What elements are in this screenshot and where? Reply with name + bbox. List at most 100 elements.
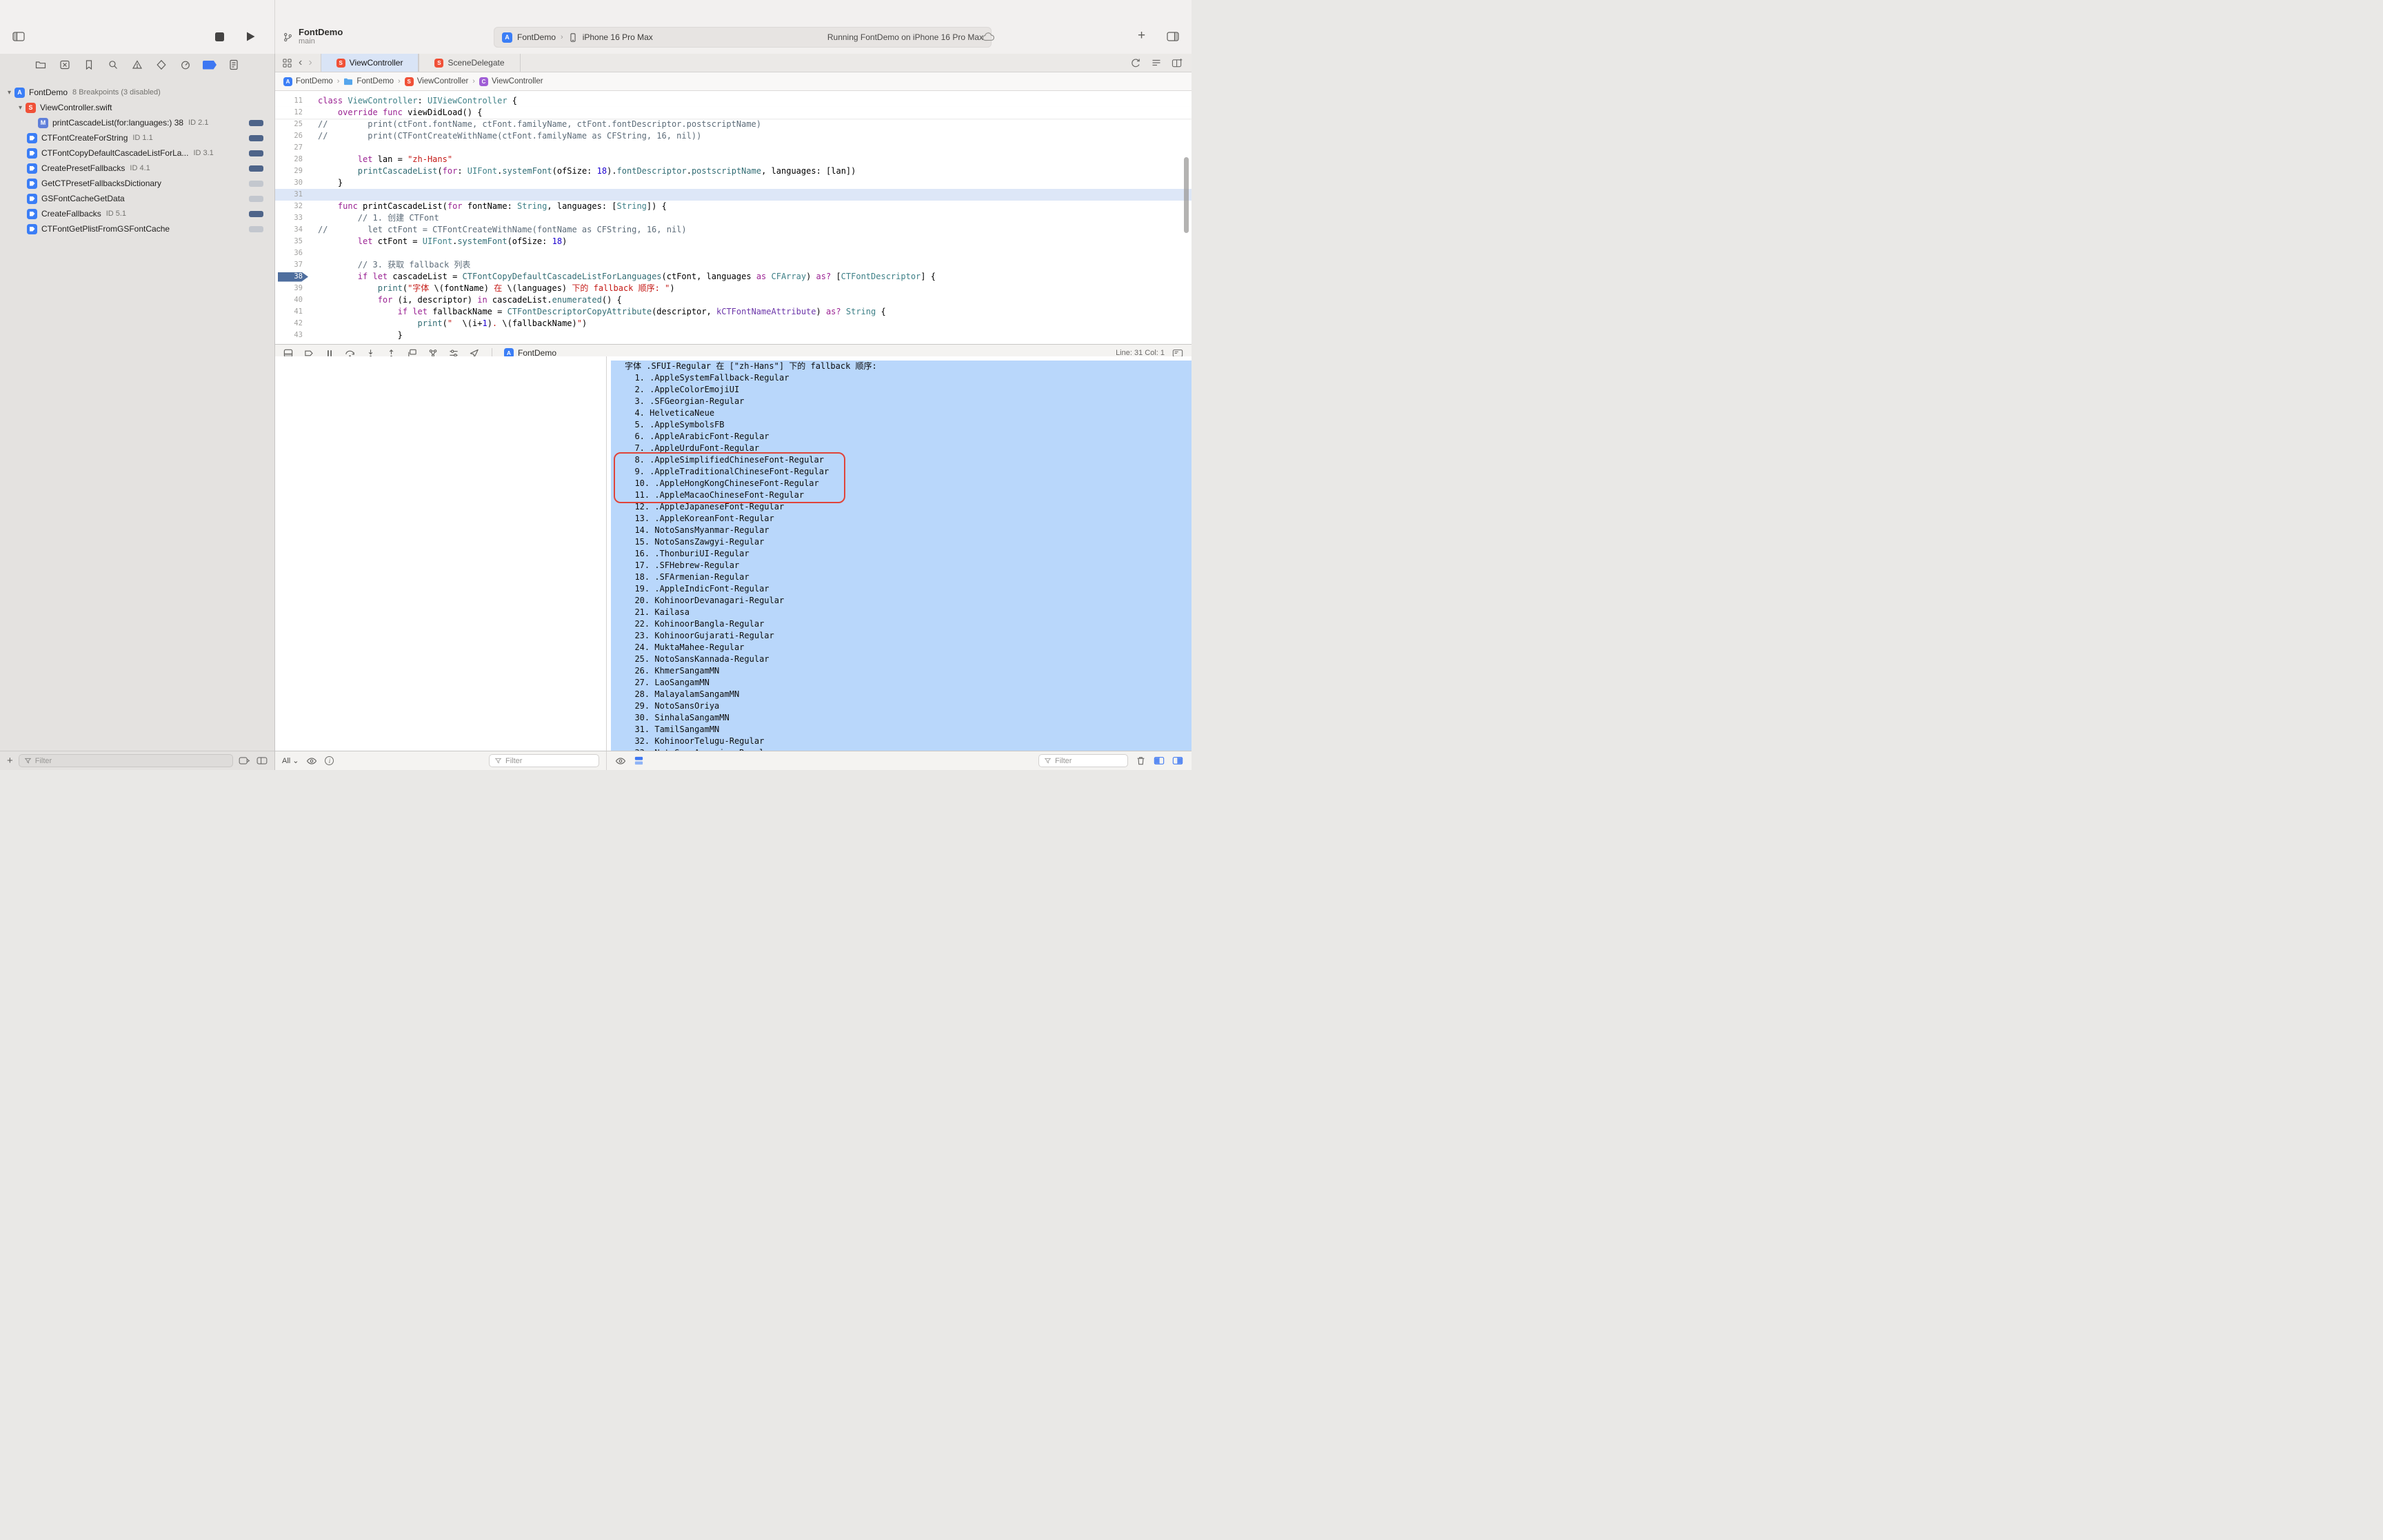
related-items-icon[interactable] [282,58,292,68]
editor-scrollbar[interactable] [1184,157,1189,233]
console-line[interactable]: 24. MuktaMahee-Regular [611,642,1192,654]
info-icon[interactable]: i [325,756,334,765]
code-line[interactable]: 11class ViewController: UIViewController… [275,95,1192,107]
breakpoint-row[interactable]: CTFontCopyDefaultCascadeListForLa...ID 3… [0,145,274,161]
go-forward-button[interactable]: › [308,57,312,68]
console-line[interactable]: 4. HelveticaNeue [611,407,1192,419]
adjust-editor-options-icon[interactable] [1151,57,1162,68]
breakpoint-toggle-pill[interactable] [249,226,263,232]
code-line[interactable]: 28 let lan = "zh-Hans" [275,154,1192,165]
line-number[interactable]: 34 [275,224,312,236]
line-number[interactable]: 33 [275,212,312,224]
console-line[interactable]: 14. NotoSansMyanmar-Regular [611,525,1192,536]
add-breakpoint-button[interactable]: + [7,756,13,766]
bookmarks-navigator-icon[interactable] [82,59,96,71]
breakpoint-row[interactable]: MprintCascadeList(for:languages:) 38ID 2… [0,115,274,130]
tests-navigator-icon[interactable] [154,59,168,71]
go-back-button[interactable]: ‹ [299,57,302,68]
console-line[interactable]: 19. .AppleIndicFont-Regular [611,583,1192,595]
breakpoint-toggle-pill[interactable] [249,120,263,126]
line-number[interactable]: 36 [275,247,312,259]
console-line[interactable]: 27. LaoSangamMN [611,677,1192,689]
line-number[interactable]: 38 [275,271,312,283]
variables-view[interactable] [275,356,606,751]
show-modified-breakpoints-icon[interactable] [256,757,268,764]
console-line[interactable]: 22. KohinoorBangla-Regular [611,618,1192,630]
disclosure-chevron-icon[interactable]: ▾ [15,104,26,112]
show-console-pane-icon[interactable] [1172,756,1183,765]
breakpoints-navigator-icon[interactable] [203,59,217,71]
console-view[interactable]: 字体 .SFUI-Regular 在 ["zh-Hans"] 下的 fallba… [606,356,1192,751]
breakpoint-toggle-pill[interactable] [249,181,263,187]
breakpoint-toggle-pill[interactable] [249,135,263,141]
code-review-icon[interactable] [1130,57,1141,68]
line-number[interactable]: 32 [275,201,312,212]
breadcrumb-item[interactable]: SViewController [405,77,469,86]
activity-view[interactable]: A FontDemo › iPhone 16 Pro Max Running F… [494,27,992,48]
breakpoint-row[interactable]: GetCTPresetFallbacksDictionary [0,176,274,191]
console-line[interactable]: 31. TamilSangamMN [611,724,1192,736]
console-mode-icon[interactable] [634,756,644,766]
console-line[interactable]: 16. .ThonburiUI-Regular [611,548,1192,560]
project-navigator-icon[interactable] [34,59,48,71]
code-line[interactable]: 35 let ctFont = UIFont.systemFont(ofSize… [275,236,1192,247]
breakpoint-indicator[interactable] [278,272,308,282]
line-number[interactable]: 37 [275,259,312,271]
line-number[interactable]: 28 [275,154,312,165]
console-line[interactable]: 2. .AppleColorEmojiUI [611,384,1192,396]
code-line[interactable]: 34// let ctFont = CTFontCreateWithName(f… [275,224,1192,236]
code-line[interactable]: 40 for (i, descriptor) in cascadeList.en… [275,294,1192,306]
console-line[interactable]: 26. KhmerSangamMN [611,665,1192,677]
line-number[interactable]: 42 [275,318,312,330]
line-number[interactable]: 30 [275,177,312,189]
console-line[interactable]: 1. .AppleSystemFallback-Regular [611,372,1192,384]
line-number[interactable]: 25 [275,119,312,130]
console-line[interactable]: 21. Kailasa [611,607,1192,618]
console-line[interactable]: 28. MalayalamSangamMN [611,689,1192,700]
disclosure-chevron-icon[interactable]: ▾ [4,89,14,97]
toggle-navigator-icon[interactable] [12,32,25,41]
breakpoint-row[interactable]: CTFontCreateForStringID 1.1 [0,130,274,145]
reports-navigator-icon[interactable] [227,59,241,71]
console-line[interactable]: 8. .AppleSimplifiedChineseFont-Regular [611,454,1192,466]
code-line[interactable]: 33 // 1. 创建 CTFont [275,212,1192,224]
clear-console-trash-icon[interactable] [1136,756,1146,766]
quicklook-eye-icon[interactable] [615,757,626,765]
find-navigator-icon[interactable] [106,59,120,71]
run-button[interactable] [245,31,256,42]
breakpoint-row[interactable]: GSFontCacheGetData [0,191,274,206]
breakpoint-filter-input[interactable]: Filter [19,754,233,767]
breakpoint-row[interactable]: CreatePresetFallbacksID 4.1 [0,161,274,176]
console-line[interactable]: 32. KohinoorTelugu-Regular [611,736,1192,747]
debug-navigator-icon[interactable] [179,59,192,71]
line-number[interactable]: 11 [275,95,312,107]
console-line[interactable]: 5. .AppleSymbolsFB [611,419,1192,431]
quicklook-eye-icon[interactable] [306,757,317,765]
console-line[interactable]: 字体 .SFUI-Regular 在 ["zh-Hans"] 下的 fallba… [611,361,1192,372]
line-number[interactable]: 29 [275,165,312,177]
code-line[interactable]: 39 print("字体 \(fontName) 在 \(languages) … [275,283,1192,294]
code-line[interactable]: 37 // 3. 获取 fallback 列表 [275,259,1192,271]
breakpoint-toggle-pill[interactable] [249,165,263,172]
code-line[interactable]: 27 [275,142,1192,154]
source-editor[interactable]: 11class ViewController: UIViewController… [275,91,1192,344]
console-line[interactable]: 25. NotoSansKannada-Regular [611,654,1192,665]
console-line[interactable]: 3. .SFGeorgian-Regular [611,396,1192,407]
code-line[interactable]: 30 } [275,177,1192,189]
line-number[interactable]: 12 [275,107,312,119]
variables-scope-dropdown[interactable]: All ⌄ [282,756,299,765]
code-line[interactable]: 29 printCascadeList(for: UIFont.systemFo… [275,165,1192,177]
code-line[interactable]: 25// print(ctFont.fontName, ctFont.famil… [275,119,1192,130]
console-line[interactable]: 15. NotoSansZawgyi-Regular [611,536,1192,548]
inspector-toggle-icon[interactable] [1167,32,1179,41]
line-number[interactable]: 43 [275,330,312,341]
console-line[interactable]: 13. .AppleKoreanFont-Regular [611,513,1192,525]
console-line[interactable]: 18. .SFArmenian-Regular [611,571,1192,583]
tab-scenedelegate[interactable]: SSceneDelegate [419,54,520,72]
project-row[interactable]: ▾AFontDemo8 Breakpoints (3 disabled) [0,85,274,100]
line-number[interactable]: 39 [275,283,312,294]
console-line[interactable]: 10. .AppleHongKongChineseFont-Regular [611,478,1192,489]
issues-navigator-icon[interactable] [130,59,144,71]
line-number[interactable]: 31 [275,189,312,201]
console-line[interactable]: 9. .AppleTraditionalChineseFont-Regular [611,466,1192,478]
